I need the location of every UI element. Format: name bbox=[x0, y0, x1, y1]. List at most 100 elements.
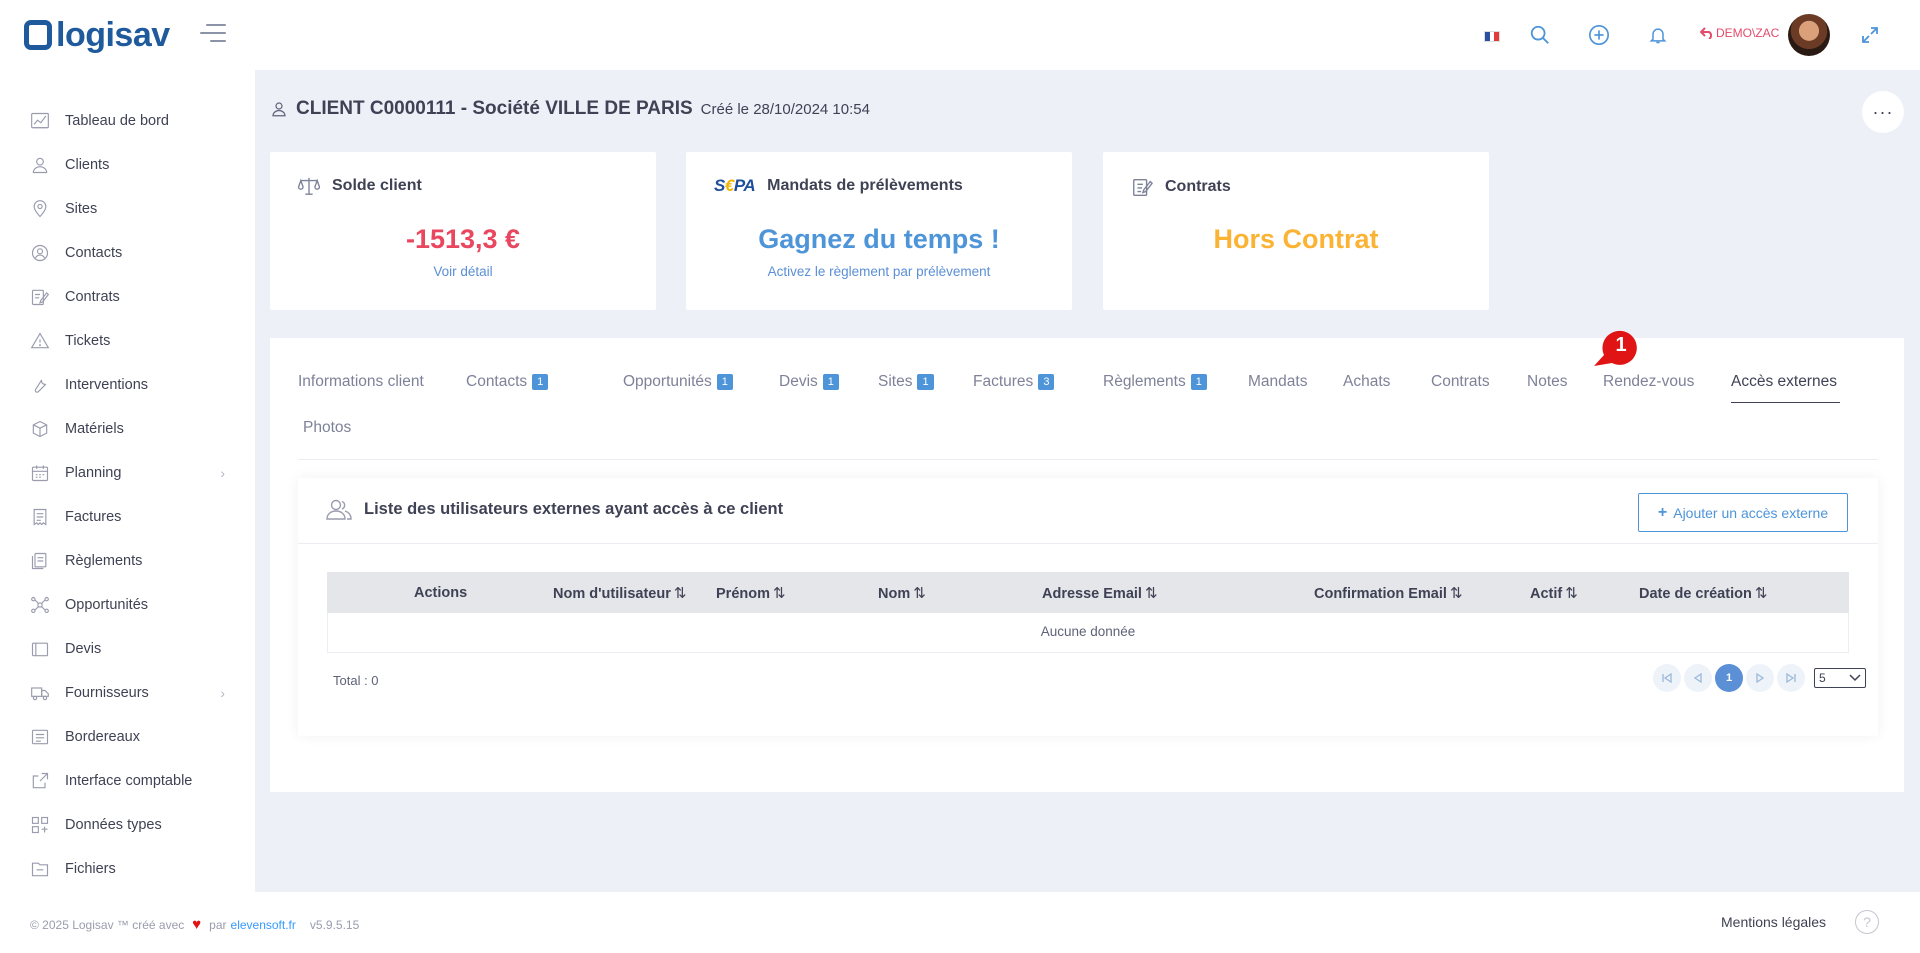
column-header-5[interactable]: Adresse Email ⇅ bbox=[1042, 584, 1158, 602]
user-icon bbox=[30, 155, 50, 175]
next-page-icon[interactable] bbox=[1746, 664, 1774, 692]
last-page-icon[interactable] bbox=[1777, 664, 1805, 692]
sidebar-item-label: Règlements bbox=[65, 553, 143, 569]
tab-informations-client[interactable]: Informations client bbox=[298, 368, 424, 396]
tab-count-badge: 1 bbox=[716, 374, 733, 390]
sort-icon: ⇅ bbox=[673, 585, 687, 602]
elevensoft-link[interactable]: elevensoft.fr bbox=[231, 918, 296, 932]
avatar[interactable] bbox=[1788, 14, 1830, 56]
users-icon bbox=[326, 499, 352, 520]
sidebar-item-clients[interactable]: Clients bbox=[0, 143, 255, 187]
column-label: Adresse Email bbox=[1042, 586, 1142, 602]
add-circle-icon[interactable] bbox=[1586, 22, 1612, 48]
step-marker-badge: 1 bbox=[1594, 329, 1638, 369]
add-external-access-button[interactable]: + Ajouter un accès externe bbox=[1638, 493, 1848, 532]
sidebar-item-opportunites[interactable]: Opportunités bbox=[0, 583, 255, 627]
sidebar-item-reglements[interactable]: Règlements bbox=[0, 539, 255, 583]
external-users-table: Actions Nom d'utilisateur ⇅ Prénom ⇅ Nom ⇅ Adre… bbox=[327, 572, 1849, 653]
sidebar-item-donnees-types[interactable]: Données types bbox=[0, 803, 255, 847]
sidebar-item-label: Factures bbox=[65, 509, 122, 525]
card-title: Solde client bbox=[332, 177, 422, 194]
sidebar-item-contrats[interactable]: Contrats bbox=[0, 275, 255, 319]
card-title: Mandats de prélèvements bbox=[767, 177, 963, 194]
tab-acces-externes[interactable]: Accès externes bbox=[1731, 368, 1837, 396]
menu-toggle-icon[interactable] bbox=[200, 24, 226, 44]
tab-mandats[interactable]: Mandats bbox=[1248, 368, 1307, 396]
sort-icon: ⇅ bbox=[913, 585, 926, 602]
tabs-divider bbox=[298, 459, 1878, 460]
per-page-select[interactable]: 5 bbox=[1814, 668, 1866, 688]
sidebar-item-tickets[interactable]: Tickets bbox=[0, 319, 255, 363]
sidebar-item-tableau-de-bord[interactable]: Tableau de bord bbox=[0, 99, 255, 143]
copyright-text: © 2025 Logisav ™ créé avec bbox=[30, 917, 185, 932]
tab-label: Devis bbox=[779, 373, 818, 390]
column-header-3[interactable]: Prénom ⇅ bbox=[716, 584, 786, 602]
column-label: Nom bbox=[878, 586, 911, 602]
column-header-6[interactable]: Confirmation Email ⇅ bbox=[1314, 584, 1463, 602]
tab-reglements[interactable]: Règlements 1 bbox=[1103, 368, 1207, 396]
more-options-button[interactable]: ··· bbox=[1862, 91, 1904, 133]
sidebar-item-fournisseurs[interactable]: Fournisseurs › bbox=[0, 671, 255, 715]
chevron-down-icon bbox=[1849, 674, 1861, 682]
tab-contrats[interactable]: Contrats bbox=[1431, 368, 1490, 396]
sidebar-item-interventions[interactable]: Interventions bbox=[0, 363, 255, 407]
sidebar-item-materiels[interactable]: Matériels bbox=[0, 407, 255, 451]
tab-count-badge: 1 bbox=[917, 374, 934, 390]
tab-devis[interactable]: Devis 1 bbox=[779, 368, 839, 396]
expand-icon[interactable] bbox=[1857, 22, 1883, 48]
sidebar-item-label: Fournisseurs bbox=[65, 685, 149, 701]
sidebar-item-fichiers[interactable]: Fichiers bbox=[0, 847, 255, 891]
first-page-icon[interactable] bbox=[1653, 664, 1681, 692]
french-flag-icon[interactable] bbox=[1484, 31, 1500, 42]
column-header-4[interactable]: Nom ⇅ bbox=[878, 584, 926, 602]
activate-debit-link[interactable]: Activez le règlement par prélèvement bbox=[686, 264, 1072, 279]
column-header-1[interactable]: Actions bbox=[414, 585, 467, 601]
voir-detail-link[interactable]: Voir détail bbox=[270, 264, 656, 279]
page-current[interactable]: 1 bbox=[1715, 664, 1743, 692]
sidebar-item-devis[interactable]: Devis bbox=[0, 627, 255, 671]
page-title: CLIENT C0000111 - Société VILLE DE PARIS… bbox=[270, 98, 870, 120]
user-switch-link[interactable]: DEMO\ZAC bbox=[1700, 26, 1779, 40]
sidebar-item-label: Interface comptable bbox=[65, 773, 193, 789]
sidebar-item-planning[interactable]: Planning › bbox=[0, 451, 255, 495]
bell-icon[interactable] bbox=[1645, 22, 1671, 48]
by-text: par bbox=[209, 917, 227, 932]
tab-notes[interactable]: Notes bbox=[1527, 368, 1568, 396]
legal-mentions-link[interactable]: Mentions légales bbox=[1721, 914, 1826, 930]
prev-page-icon[interactable] bbox=[1684, 664, 1712, 692]
logo[interactable]: logisav bbox=[24, 14, 170, 56]
logo-mark-icon bbox=[24, 20, 52, 50]
column-header-8[interactable]: Date de création ⇅ bbox=[1639, 584, 1767, 602]
sidebar-item-label: Tickets bbox=[65, 333, 111, 349]
tab-label: Opportunités bbox=[623, 373, 712, 390]
plus-icon: + bbox=[1657, 503, 1668, 521]
search-icon[interactable] bbox=[1527, 22, 1553, 48]
active-tab-underline bbox=[1731, 402, 1840, 403]
card-title: Contrats bbox=[1165, 178, 1231, 195]
column-header-7[interactable]: Actif ⇅ bbox=[1530, 584, 1578, 602]
invoice-icon bbox=[30, 507, 50, 527]
tab-photos[interactable]: Photos bbox=[303, 414, 351, 442]
chart-icon bbox=[30, 111, 50, 131]
help-icon[interactable]: ? bbox=[1855, 910, 1879, 934]
sidebar-item-label: Contacts bbox=[65, 245, 123, 261]
tab-count-badge: 1 bbox=[1190, 374, 1207, 390]
tab-rendez-vous[interactable]: Rendez-vous bbox=[1603, 368, 1694, 396]
sidebar-item-label: Tableau de bord bbox=[65, 113, 169, 129]
sidebar-item-interface-comptable[interactable]: Interface comptable bbox=[0, 759, 255, 803]
tab-opportunites[interactable]: Opportunités 1 bbox=[623, 368, 733, 396]
tab-contacts[interactable]: Contacts 1 bbox=[466, 368, 549, 396]
tab-achats[interactable]: Achats bbox=[1343, 368, 1390, 396]
tab-label: Accès externes bbox=[1731, 373, 1837, 390]
column-header-2[interactable]: Nom d'utilisateur ⇅ bbox=[553, 584, 686, 602]
sidebar-item-factures[interactable]: Factures bbox=[0, 495, 255, 539]
slip-icon bbox=[30, 727, 50, 747]
pagination: 1 5 bbox=[1653, 664, 1866, 692]
sidebar-item-contacts[interactable]: Contacts bbox=[0, 231, 255, 275]
external-access-section: Liste des utilisateurs externes ayant ac… bbox=[298, 478, 1878, 736]
tab-sites[interactable]: Sites 1 bbox=[878, 368, 934, 396]
tab-factures[interactable]: Factures 3 bbox=[973, 368, 1055, 396]
sidebar-item-bordereaux[interactable]: Bordereaux bbox=[0, 715, 255, 759]
column-label: Actif bbox=[1530, 586, 1563, 602]
sidebar-item-sites[interactable]: Sites bbox=[0, 187, 255, 231]
